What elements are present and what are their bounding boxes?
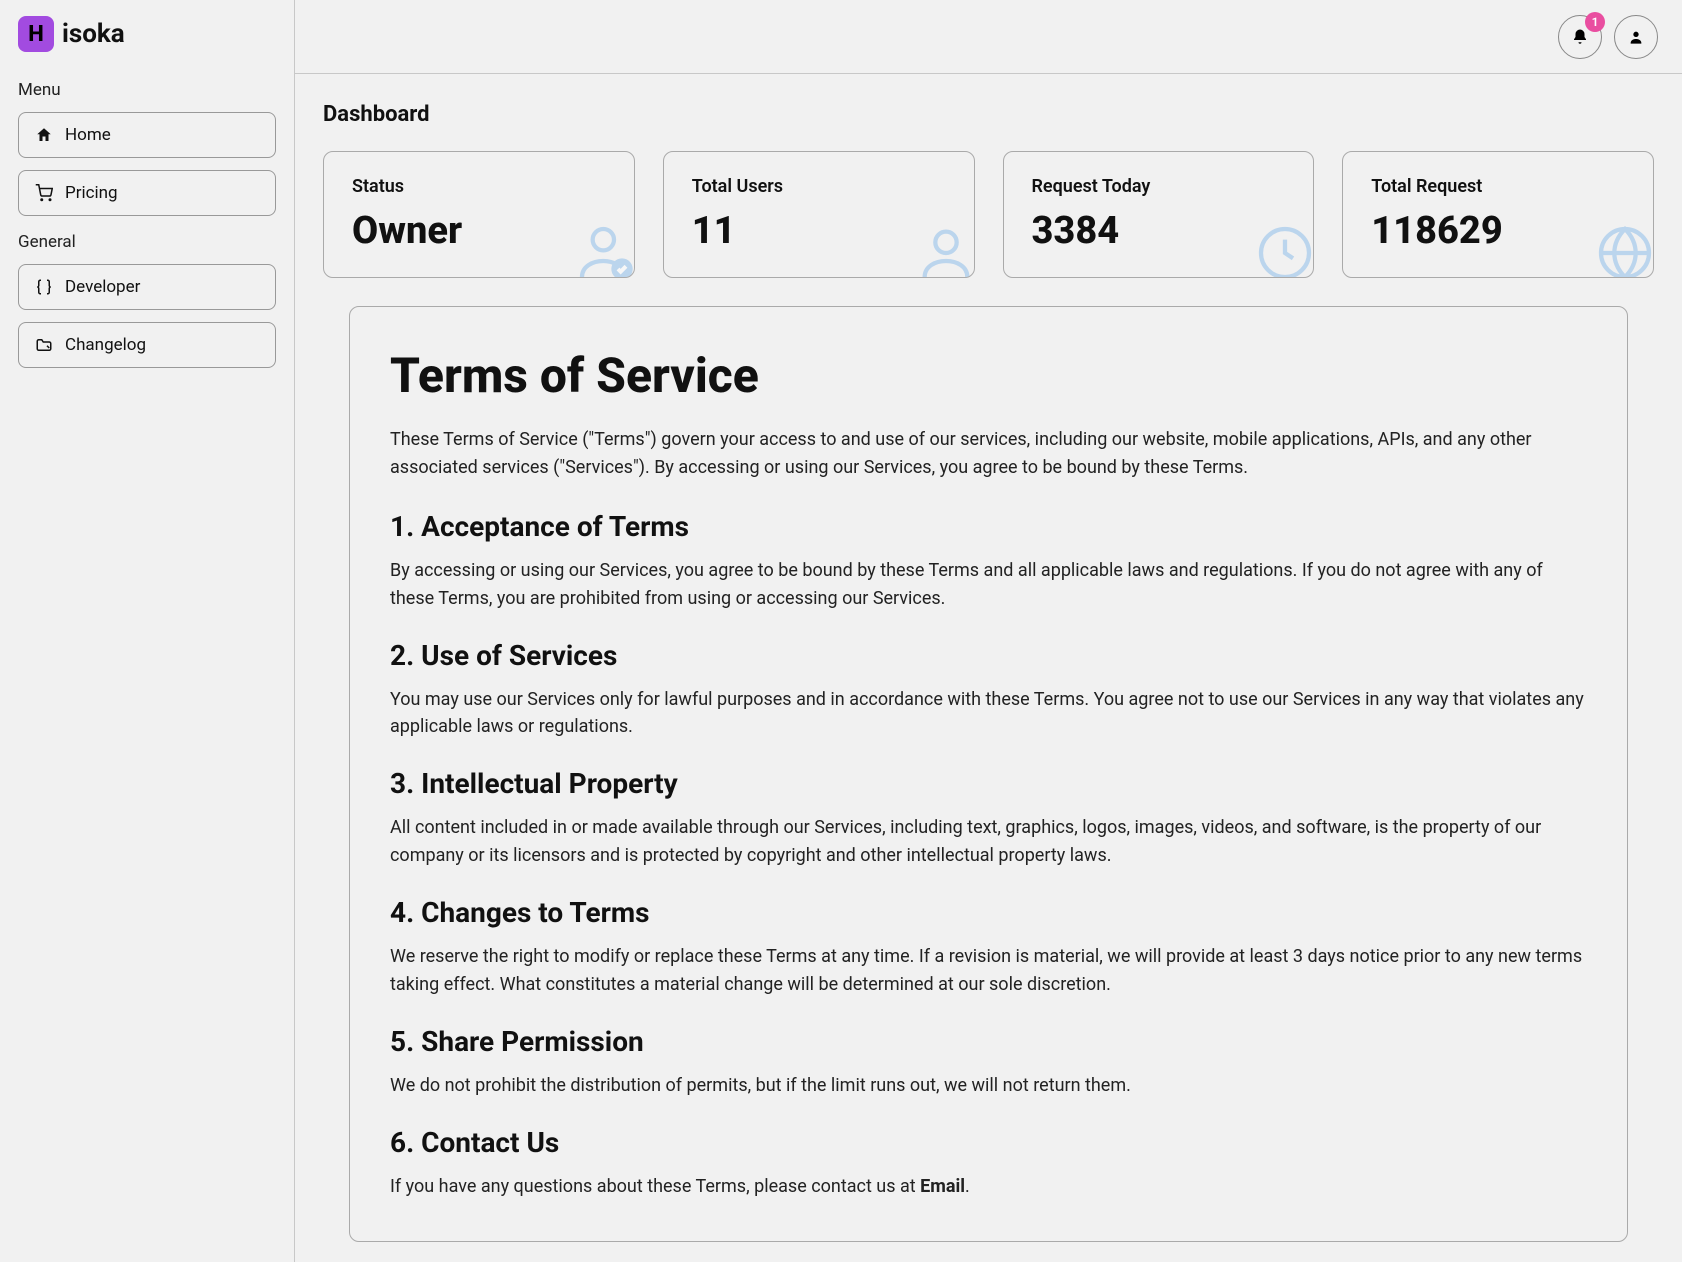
main: 1 Dashboard Status Owner Total Users 11 … bbox=[295, 0, 1682, 1262]
tos-section-title: 4. Changes to Terms bbox=[390, 896, 1587, 929]
tos-contact-prefix: If you have any questions about these Te… bbox=[390, 1176, 920, 1197]
logo-icon: H bbox=[18, 16, 54, 52]
user-icon bbox=[914, 221, 975, 278]
folder-icon bbox=[35, 336, 53, 354]
sidebar-item-label: Pricing bbox=[65, 183, 118, 203]
sidebar-item-label: Home bbox=[65, 125, 111, 145]
content[interactable]: Dashboard Status Owner Total Users 11 Re… bbox=[295, 74, 1682, 1262]
tos-section-body: We reserve the right to modify or replac… bbox=[390, 943, 1587, 999]
user-check-icon bbox=[574, 221, 635, 278]
sidebar-item-pricing[interactable]: Pricing bbox=[18, 170, 276, 216]
stat-card-total-request: Total Request 118629 bbox=[1342, 151, 1654, 278]
tos-section-body: We do not prohibit the distribution of p… bbox=[390, 1072, 1587, 1100]
stat-label: Total Users bbox=[692, 176, 946, 197]
stat-value: Owner bbox=[352, 209, 606, 253]
stat-value: 11 bbox=[692, 209, 946, 253]
user-icon bbox=[1628, 29, 1644, 45]
tos-section-title: 3. Intellectual Property bbox=[390, 767, 1587, 800]
cart-icon bbox=[35, 184, 53, 202]
tos-section-body: By accessing or using our Services, you … bbox=[390, 557, 1587, 613]
stat-card-request-today: Request Today 3384 bbox=[1003, 151, 1315, 278]
tos-section-body: All content included in or made availabl… bbox=[390, 814, 1587, 870]
sidebar-item-label: Changelog bbox=[65, 335, 146, 355]
sidebar-item-developer[interactable]: Developer bbox=[18, 264, 276, 310]
tos-section-title: 5. Share Permission bbox=[390, 1025, 1587, 1058]
stat-value: 118629 bbox=[1371, 209, 1625, 253]
tos-section-body: You may use our Services only for lawful… bbox=[390, 686, 1587, 742]
bell-icon bbox=[1571, 28, 1589, 46]
tos-section-body: If you have any questions about these Te… bbox=[390, 1173, 1587, 1201]
sidebar-item-changelog[interactable]: Changelog bbox=[18, 322, 276, 368]
sidebar: H isoka Menu Home Pricing General Develo… bbox=[0, 0, 295, 1262]
braces-icon bbox=[35, 278, 53, 296]
tos-section-title: 2. Use of Services bbox=[390, 639, 1587, 672]
globe-icon bbox=[1593, 221, 1654, 278]
clock-icon bbox=[1253, 221, 1314, 278]
general-section-label: General bbox=[18, 232, 276, 252]
tos-intro: These Terms of Service ("Terms") govern … bbox=[390, 426, 1587, 482]
stats-row: Status Owner Total Users 11 Request Toda… bbox=[323, 151, 1654, 278]
stat-label: Request Today bbox=[1032, 176, 1286, 197]
stat-value: 3384 bbox=[1032, 209, 1286, 253]
notifications-button[interactable]: 1 bbox=[1558, 15, 1602, 59]
stat-card-status: Status Owner bbox=[323, 151, 635, 278]
logo[interactable]: H isoka bbox=[18, 16, 276, 52]
profile-button[interactable] bbox=[1614, 15, 1658, 59]
stat-label: Total Request bbox=[1371, 176, 1625, 197]
stat-card-total-users: Total Users 11 bbox=[663, 151, 975, 278]
tos-title: Terms of Service bbox=[390, 347, 1587, 404]
tos-contact-suffix: . bbox=[965, 1176, 970, 1197]
sidebar-item-home[interactable]: Home bbox=[18, 112, 276, 158]
home-icon bbox=[35, 126, 53, 144]
menu-section-label: Menu bbox=[18, 80, 276, 100]
page-title: Dashboard bbox=[323, 102, 1654, 127]
contact-email-link[interactable]: Email bbox=[920, 1176, 965, 1197]
topbar: 1 bbox=[295, 0, 1682, 74]
sidebar-item-label: Developer bbox=[65, 277, 140, 297]
tos-section-title: 6. Contact Us bbox=[390, 1126, 1587, 1159]
logo-text: isoka bbox=[62, 19, 125, 49]
stat-label: Status bbox=[352, 176, 606, 197]
tos-section-title: 1. Acceptance of Terms bbox=[390, 510, 1587, 543]
terms-of-service-card: Terms of Service These Terms of Service … bbox=[349, 306, 1628, 1242]
notification-badge: 1 bbox=[1585, 12, 1605, 32]
